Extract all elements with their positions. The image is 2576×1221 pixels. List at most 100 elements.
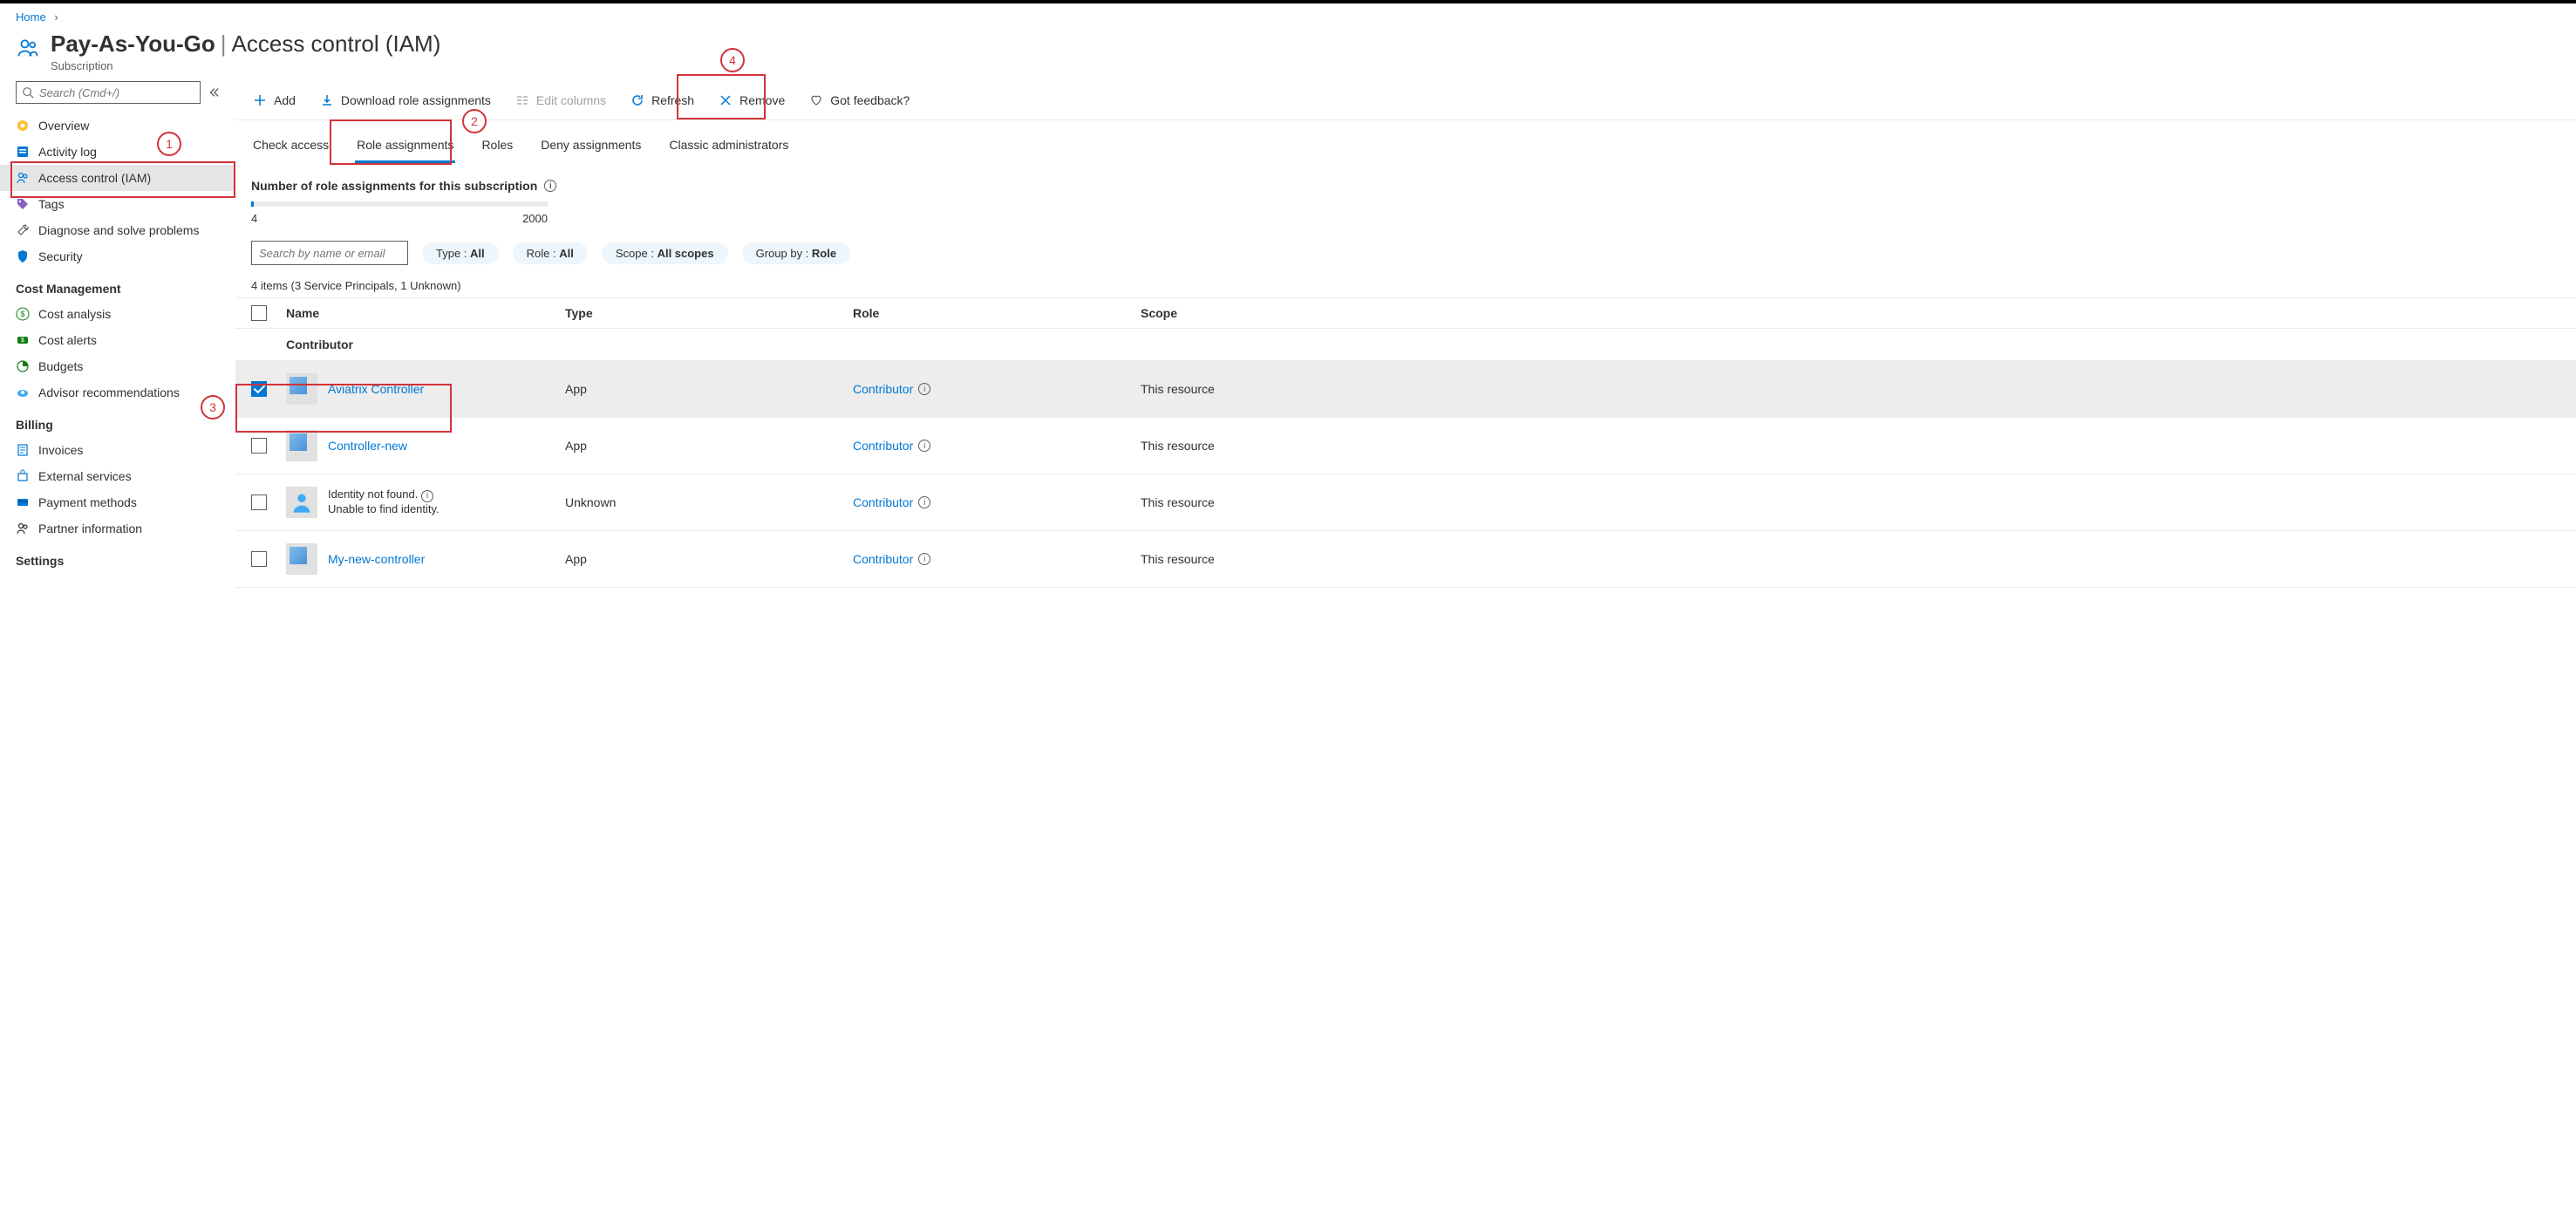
sidebar-item-diagnose[interactable]: Diagnose and solve problems — [0, 217, 235, 243]
row-type: App — [565, 439, 853, 453]
sidebar-section-billing: Billing — [0, 406, 235, 437]
dollar-icon: $ — [16, 307, 30, 321]
row-checkbox[interactable] — [251, 551, 267, 567]
sidebar-item-label: Activity log — [38, 145, 97, 159]
sidebar-item-label: Diagnose and solve problems — [38, 223, 199, 237]
sidebar-item-security[interactable]: Security — [0, 243, 235, 269]
breadcrumb-home[interactable]: Home — [16, 10, 46, 24]
sidebar-item-label: Tags — [38, 197, 65, 211]
sidebar-item-tags[interactable]: Tags — [0, 191, 235, 217]
sidebar-item-label: Advisor recommendations — [38, 385, 180, 399]
info-icon[interactable]: i — [918, 553, 930, 565]
row-checkbox[interactable] — [251, 381, 267, 397]
alert-icon: $ — [16, 333, 30, 347]
info-icon[interactable]: i — [421, 490, 433, 502]
filter-role[interactable]: Role : All — [513, 242, 588, 264]
heart-icon — [809, 93, 823, 107]
col-scope[interactable]: Scope — [1141, 306, 2560, 320]
add-button[interactable]: Add — [251, 90, 297, 111]
download-button[interactable]: Download role assignments — [318, 90, 493, 111]
sidebar-item-overview[interactable]: Overview — [0, 113, 235, 139]
people-icon — [16, 36, 40, 60]
row-checkbox[interactable] — [251, 438, 267, 454]
filter-scope[interactable]: Scope : All scopes — [602, 242, 728, 264]
sidebar-item-label: Partner information — [38, 522, 142, 535]
toolbar: Add Download role assignments Edit colum… — [235, 81, 2576, 120]
sidebar-item-label: External services — [38, 469, 132, 483]
col-role[interactable]: Role — [853, 306, 1141, 320]
row-name-link[interactable]: Aviatrix Controller — [328, 382, 424, 396]
info-icon[interactable]: i — [918, 440, 930, 452]
sidebar-item-access-control[interactable]: Access control (IAM) — [0, 165, 235, 191]
info-icon[interactable]: i — [918, 383, 930, 395]
svg-text:$: $ — [21, 338, 24, 344]
plus-icon — [253, 93, 267, 107]
info-icon[interactable]: i — [544, 180, 556, 192]
refresh-icon — [630, 93, 644, 107]
row-type: App — [565, 552, 853, 566]
wrench-icon — [16, 223, 30, 237]
chevron-right-icon: › — [49, 10, 63, 24]
row-name-link[interactable]: Controller-new — [328, 439, 407, 453]
sidebar-section-cost: Cost Management — [0, 269, 235, 301]
breadcrumb: Home › — [0, 3, 2576, 27]
page-header: Pay-As-You-Go | Access control (IAM) Sub… — [0, 27, 2576, 81]
sidebar-item-partner-info[interactable]: Partner information — [0, 515, 235, 542]
people-icon — [16, 171, 30, 185]
add-button-label: Add — [274, 93, 296, 107]
sidebar-search-input[interactable] — [34, 86, 194, 99]
sidebar-item-payment-methods[interactable]: Payment methods — [0, 489, 235, 515]
row-role-link[interactable]: Contributori — [853, 382, 1141, 396]
main-panel: Add Download role assignments Edit colum… — [235, 81, 2576, 590]
sidebar-item-external-services[interactable]: External services — [0, 463, 235, 489]
usage-title: Number of role assignments for this subs… — [251, 179, 2560, 193]
table-row[interactable]: Identity not found. i Unable to find ide… — [235, 474, 2576, 530]
info-icon[interactable]: i — [918, 496, 930, 508]
sidebar-item-label: Invoices — [38, 443, 83, 457]
sidebar-item-budgets[interactable]: Budgets — [0, 353, 235, 379]
edit-columns-label: Edit columns — [536, 93, 606, 107]
row-role-link[interactable]: Contributori — [853, 439, 1141, 453]
refresh-button[interactable]: Refresh — [629, 90, 696, 111]
filter-search-input[interactable] — [251, 241, 408, 265]
svg-text:$: $ — [20, 310, 24, 318]
tab-check-access[interactable]: Check access — [251, 133, 331, 163]
table-row[interactable]: My-new-controller App Contributori This … — [235, 530, 2576, 588]
sidebar-item-label: Access control (IAM) — [38, 171, 151, 185]
select-all-checkbox[interactable] — [251, 305, 267, 321]
filter-groupby[interactable]: Group by : Role — [742, 242, 850, 264]
sidebar-item-cost-alerts[interactable]: $ Cost alerts — [0, 327, 235, 353]
collapse-sidebar-button[interactable] — [208, 85, 220, 100]
app-icon — [286, 430, 317, 461]
filter-type[interactable]: Type : All — [422, 242, 499, 264]
shield-icon — [16, 249, 30, 263]
feedback-button[interactable]: Got feedback? — [808, 90, 911, 111]
table-row[interactable]: Controller-new App Contributori This res… — [235, 417, 2576, 474]
usage-current: 4 — [251, 212, 257, 225]
table-row[interactable]: Aviatrix Controller App Contributori Thi… — [235, 360, 2576, 417]
group-header: Contributor — [235, 329, 2576, 360]
tab-deny-assignments[interactable]: Deny assignments — [539, 133, 643, 163]
sidebar-item-invoices[interactable]: Invoices — [0, 437, 235, 463]
log-icon — [16, 145, 30, 159]
sidebar-search[interactable] — [16, 81, 201, 104]
tab-role-assignments[interactable]: Role assignments — [355, 133, 455, 163]
sidebar-item-advisor[interactable]: Advisor recommendations — [0, 379, 235, 406]
sidebar-item-activity-log[interactable]: Activity log — [0, 139, 235, 165]
row-name-link[interactable]: My-new-controller — [328, 552, 425, 566]
row-checkbox[interactable] — [251, 495, 267, 510]
row-role-link[interactable]: Contributori — [853, 495, 1141, 509]
search-icon — [22, 86, 34, 99]
tab-roles[interactable]: Roles — [480, 133, 515, 163]
remove-button-label: Remove — [739, 93, 785, 107]
col-name[interactable]: Name — [286, 306, 565, 320]
sidebar-item-cost-analysis[interactable]: $ Cost analysis — [0, 301, 235, 327]
row-role-link[interactable]: Contributori — [853, 552, 1141, 566]
tab-classic-admins[interactable]: Classic administrators — [667, 133, 790, 163]
remove-button[interactable]: Remove — [717, 90, 787, 111]
sidebar-item-label: Security — [38, 249, 83, 263]
people-icon — [16, 522, 30, 535]
resource-type-label: Subscription — [51, 59, 440, 72]
role-assignments-table: Name Type Role Scope Contributor Aviatri… — [235, 297, 2576, 588]
col-type[interactable]: Type — [565, 306, 853, 320]
